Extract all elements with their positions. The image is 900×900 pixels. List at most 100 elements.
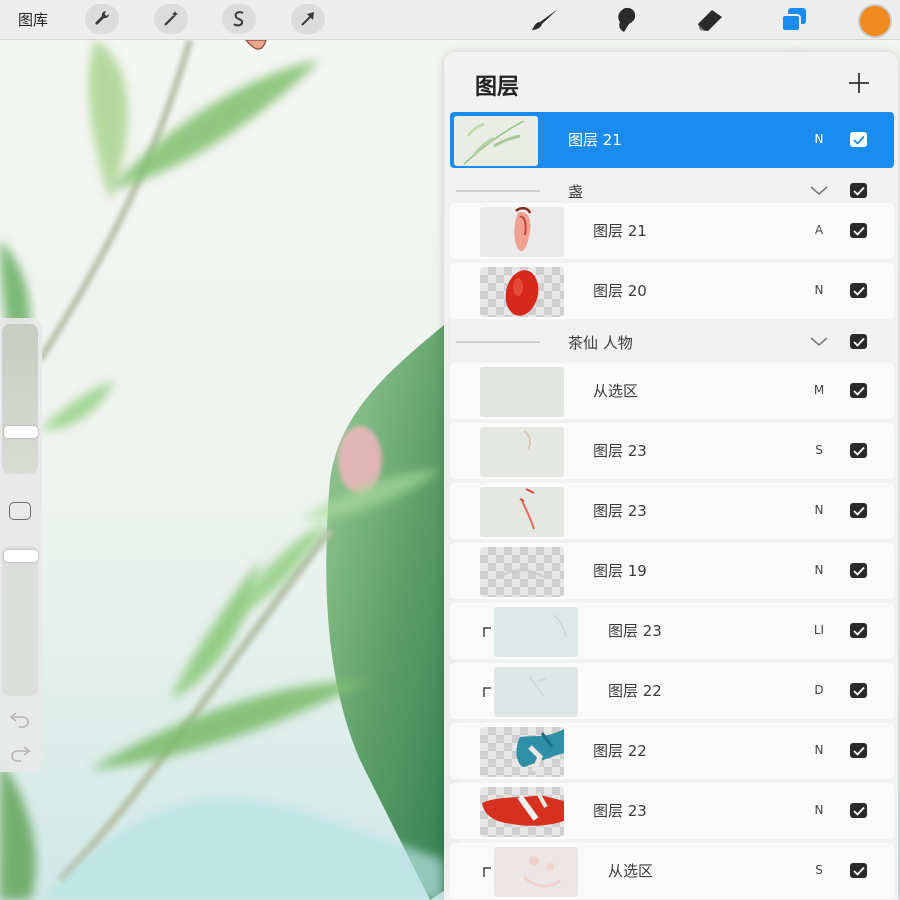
layer-row[interactable]: 从选区 M xyxy=(450,363,894,419)
layer-row[interactable]: 图层 19 N xyxy=(450,543,894,599)
layer-row[interactable]: 图层 23 N xyxy=(450,783,894,839)
layer-name: 图层 23 xyxy=(593,502,647,520)
layer-row[interactable]: 图层 23 N xyxy=(450,483,894,539)
checkmark-icon xyxy=(852,686,865,696)
eraser-button[interactable] xyxy=(690,4,728,36)
chevron-down-icon[interactable] xyxy=(808,335,830,349)
checkmark-icon xyxy=(852,226,865,236)
layer-group-row[interactable]: 茶仙 人物 xyxy=(450,323,894,361)
blend-mode-button[interactable]: N xyxy=(808,563,830,577)
clipping-mask-icon xyxy=(483,687,491,697)
layer-name: 图层 22 xyxy=(608,682,662,700)
group-indicator-line xyxy=(456,341,540,343)
visibility-checkbox[interactable] xyxy=(850,623,867,638)
checkmark-icon xyxy=(852,506,865,516)
blend-mode-button[interactable]: N xyxy=(808,503,830,517)
layer-name: 图层 22 xyxy=(593,742,647,760)
layer-thumbnail xyxy=(480,367,564,417)
checkmark-icon xyxy=(852,566,865,576)
color-picker-button[interactable] xyxy=(858,4,892,38)
blend-mode-button[interactable]: A xyxy=(808,223,830,237)
visibility-checkbox[interactable] xyxy=(850,803,867,818)
visibility-checkbox[interactable] xyxy=(850,863,867,878)
undo-icon[interactable] xyxy=(8,708,32,728)
checkmark-icon xyxy=(852,866,865,876)
visibility-checkbox[interactable] xyxy=(850,223,867,238)
visibility-checkbox[interactable] xyxy=(850,503,867,518)
blend-mode-button[interactable]: LI xyxy=(808,623,830,637)
layer-thumbnail xyxy=(494,847,578,897)
checkmark-icon xyxy=(852,386,865,396)
visibility-checkbox[interactable] xyxy=(850,563,867,578)
layer-name: 图层 21 xyxy=(593,222,647,240)
visibility-checkbox[interactable] xyxy=(850,334,867,349)
redo-icon[interactable] xyxy=(8,742,32,762)
blend-mode-button[interactable]: S xyxy=(808,863,830,877)
plus-icon xyxy=(849,73,869,93)
layer-row[interactable]: 从选区 S xyxy=(450,843,894,899)
clipping-mask-icon xyxy=(483,867,491,877)
layer-thumbnail xyxy=(494,667,578,717)
layer-row[interactable]: 图层 22 D xyxy=(450,663,894,719)
blend-mode-button[interactable]: N xyxy=(808,743,830,757)
checkmark-icon xyxy=(852,746,865,756)
blend-mode-button[interactable]: D xyxy=(808,683,830,697)
layer-name: 图层 19 xyxy=(593,562,647,580)
visibility-checkbox[interactable] xyxy=(850,132,867,147)
layers-icon xyxy=(781,8,806,32)
checkmark-icon xyxy=(852,337,865,347)
brush-size-thumb[interactable] xyxy=(4,426,38,438)
panel-title: 图层 xyxy=(475,75,520,100)
blend-mode-button[interactable]: N xyxy=(808,803,830,817)
layer-thumbnail xyxy=(480,267,564,317)
layer-name: 图层 21 xyxy=(568,131,622,149)
blend-mode-button[interactable]: N xyxy=(808,283,830,297)
blend-mode-button[interactable]: S xyxy=(808,443,830,457)
checkmark-icon xyxy=(852,186,865,196)
brush-opacity-slider[interactable] xyxy=(2,546,38,696)
actions-button[interactable] xyxy=(85,4,119,34)
layer-row[interactable]: 图层 21 N xyxy=(450,112,894,168)
adjustments-button[interactable] xyxy=(154,4,188,34)
chevron-down-icon[interactable] xyxy=(808,184,830,198)
checkmark-icon xyxy=(852,286,865,296)
transform-button[interactable] xyxy=(291,4,325,34)
layer-row[interactable]: 图层 23 S xyxy=(450,423,894,479)
brush-size-slider[interactable] xyxy=(2,324,38,474)
layer-row[interactable]: 图层 20 N xyxy=(450,263,894,319)
layer-name: 图层 23 xyxy=(593,442,647,460)
visibility-checkbox[interactable] xyxy=(850,383,867,398)
left-sidebar xyxy=(0,318,42,772)
add-layer-button[interactable] xyxy=(844,68,874,98)
layer-thumbnail xyxy=(480,727,564,777)
brush-button[interactable] xyxy=(526,4,564,36)
magic-wand-icon xyxy=(164,11,178,26)
layer-thumbnail xyxy=(480,207,564,257)
layers-button[interactable] xyxy=(775,4,813,36)
layer-thumbnail xyxy=(494,607,578,657)
eraser-icon xyxy=(698,10,722,31)
smudge-icon xyxy=(618,7,636,32)
selection-s-icon xyxy=(233,11,244,27)
selection-button[interactable] xyxy=(222,4,256,34)
layer-name: 从选区 xyxy=(593,382,639,400)
gallery-button[interactable]: 图库 xyxy=(18,9,48,30)
smudge-button[interactable] xyxy=(608,4,646,36)
visibility-checkbox[interactable] xyxy=(850,183,867,198)
modify-button[interactable] xyxy=(9,502,31,520)
visibility-checkbox[interactable] xyxy=(850,743,867,758)
brush-opacity-thumb[interactable] xyxy=(4,550,38,562)
visibility-checkbox[interactable] xyxy=(850,683,867,698)
visibility-checkbox[interactable] xyxy=(850,283,867,298)
layer-row[interactable]: 图层 22 N xyxy=(450,723,894,779)
layer-name: 从选区 xyxy=(608,862,654,880)
blend-mode-button[interactable]: M xyxy=(808,383,830,397)
group-name: 盏 xyxy=(568,183,584,201)
layer-row[interactable]: 图层 23 LI xyxy=(450,603,894,659)
visibility-checkbox[interactable] xyxy=(850,443,867,458)
blend-mode-button[interactable]: N xyxy=(808,132,830,146)
layer-row[interactable]: 图层 21 A xyxy=(450,203,894,259)
wrench-icon xyxy=(95,10,110,25)
layer-thumbnail xyxy=(480,487,564,537)
layer-thumbnail xyxy=(480,427,564,477)
